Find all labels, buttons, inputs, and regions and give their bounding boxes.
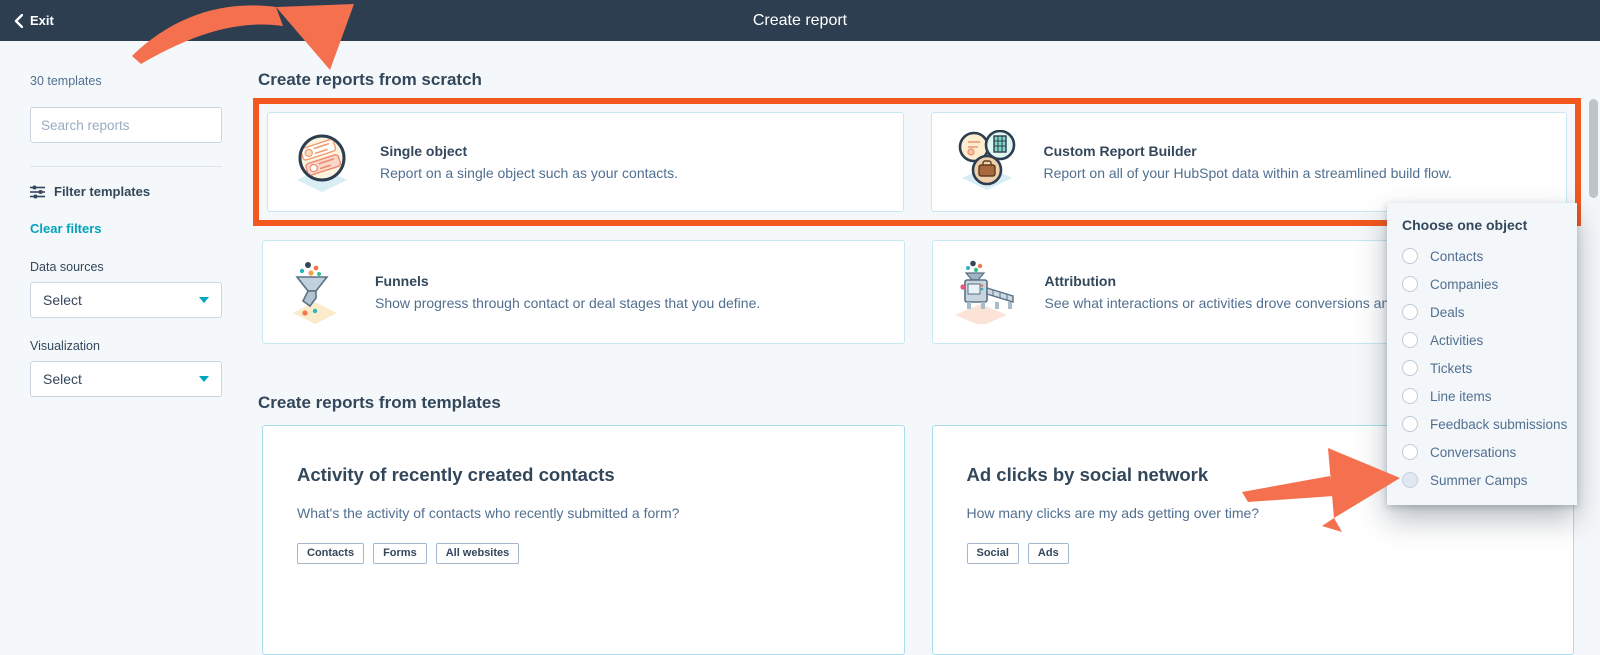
templates-section-heading: Create reports from templates <box>258 393 501 412</box>
custom-report-builder-description: Report on all of your HubSpot data withi… <box>1043 165 1453 181</box>
object-option-contacts[interactable]: Contacts <box>1387 242 1577 270</box>
filter-sliders-icon <box>30 185 45 198</box>
object-option-companies[interactable]: Companies <box>1387 270 1577 298</box>
search-box[interactable] <box>30 107 222 143</box>
single-object-description: Report on a single object such as your c… <box>380 165 679 181</box>
single-object-illustration-icon <box>297 134 347 192</box>
top-bar: Exit Create report <box>0 0 1600 41</box>
chevron-left-icon <box>14 13 23 28</box>
funnels-card[interactable]: Funnels Show progress through contact or… <box>262 240 905 344</box>
scrollbar-track[interactable] <box>1586 41 1600 572</box>
tag-contacts: Contacts <box>297 543 365 564</box>
tag-forms: Forms <box>373 543 427 564</box>
custom-report-builder-card[interactable]: Custom Report Builder Report on all of y… <box>930 112 1567 212</box>
data-sources-label: Data sources <box>30 260 104 274</box>
sidebar-divider <box>30 166 222 167</box>
object-option-summer-camps[interactable]: Summer Camps <box>1387 466 1577 494</box>
chevron-down-icon <box>199 297 209 303</box>
radio-icon[interactable] <box>1402 472 1418 488</box>
radio-icon[interactable] <box>1402 416 1418 432</box>
data-sources-select[interactable]: Select <box>30 282 222 318</box>
search-input[interactable] <box>41 117 218 133</box>
scrollbar-thumb[interactable] <box>1589 99 1598 198</box>
template-count: 30 templates <box>30 74 102 88</box>
visualization-label: Visualization <box>30 339 100 353</box>
radio-icon[interactable] <box>1402 444 1418 460</box>
attribution-description: See what interactions or activities drov… <box>1044 295 1390 311</box>
funnels-title: Funnels <box>375 273 429 289</box>
object-option-line-items[interactable]: Line items <box>1387 382 1577 410</box>
object-option-conversations[interactable]: Conversations <box>1387 438 1577 466</box>
object-option-tickets[interactable]: Tickets <box>1387 354 1577 382</box>
custom-report-builder-illustration-icon <box>958 130 1015 190</box>
radio-icon[interactable] <box>1402 276 1418 292</box>
visualization-select[interactable]: Select <box>30 361 222 397</box>
chevron-down-icon <box>199 376 209 382</box>
data-sources-value: Select <box>43 292 82 308</box>
radio-icon[interactable] <box>1402 248 1418 264</box>
radio-icon[interactable] <box>1402 332 1418 348</box>
radio-icon[interactable] <box>1402 388 1418 404</box>
filter-sidebar: 30 templates Filter templates Clear filt… <box>30 41 222 397</box>
page-title: Create report <box>752 11 848 29</box>
funnels-description: Show progress through contact or deal st… <box>375 295 761 311</box>
tag-all-websites: All websites <box>435 543 520 564</box>
template-title: Activity of recently created contacts <box>297 464 615 485</box>
filter-templates-button[interactable]: Filter templates <box>30 184 222 199</box>
exit-button[interactable]: Exit <box>14 13 54 28</box>
template-description: How many clicks are my ads getting over … <box>966 505 1260 521</box>
scratch-section-heading: Create reports from scratch <box>258 70 482 89</box>
clear-filters-link[interactable]: Clear filters <box>30 221 222 236</box>
single-object-card[interactable]: Single object Report on a single object … <box>267 112 904 212</box>
choose-object-dropdown: Choose one object Contacts Companies Dea… <box>1387 203 1577 505</box>
attribution-illustration-icon <box>954 260 1014 324</box>
radio-icon[interactable] <box>1402 360 1418 376</box>
filter-templates-label: Filter templates <box>54 184 151 199</box>
object-option-feedback-submissions[interactable]: Feedback submissions <box>1387 410 1577 438</box>
main-content: Create reports from scratch Single objec… <box>253 41 1581 655</box>
template-card-activity-of-recently-created-contacts[interactable]: Activity of recently created contacts Wh… <box>262 425 905 655</box>
object-option-deals[interactable]: Deals <box>1387 298 1577 326</box>
template-description: What's the activity of contacts who rece… <box>297 505 680 521</box>
exit-label: Exit <box>30 13 54 28</box>
radio-icon[interactable] <box>1402 304 1418 320</box>
custom-report-builder-title: Custom Report Builder <box>1043 143 1197 159</box>
tag-ads: Ads <box>1027 543 1069 564</box>
funnels-illustration-icon <box>293 262 337 324</box>
choose-object-heading: Choose one object <box>1402 217 1528 233</box>
object-option-activities[interactable]: Activities <box>1387 326 1577 354</box>
tag-social: Social <box>966 543 1019 564</box>
single-object-title: Single object <box>380 143 468 159</box>
annotation-highlight-box: Single object Report on a single object … <box>253 98 1581 226</box>
attribution-title: Attribution <box>1044 273 1117 289</box>
visualization-value: Select <box>43 371 82 387</box>
